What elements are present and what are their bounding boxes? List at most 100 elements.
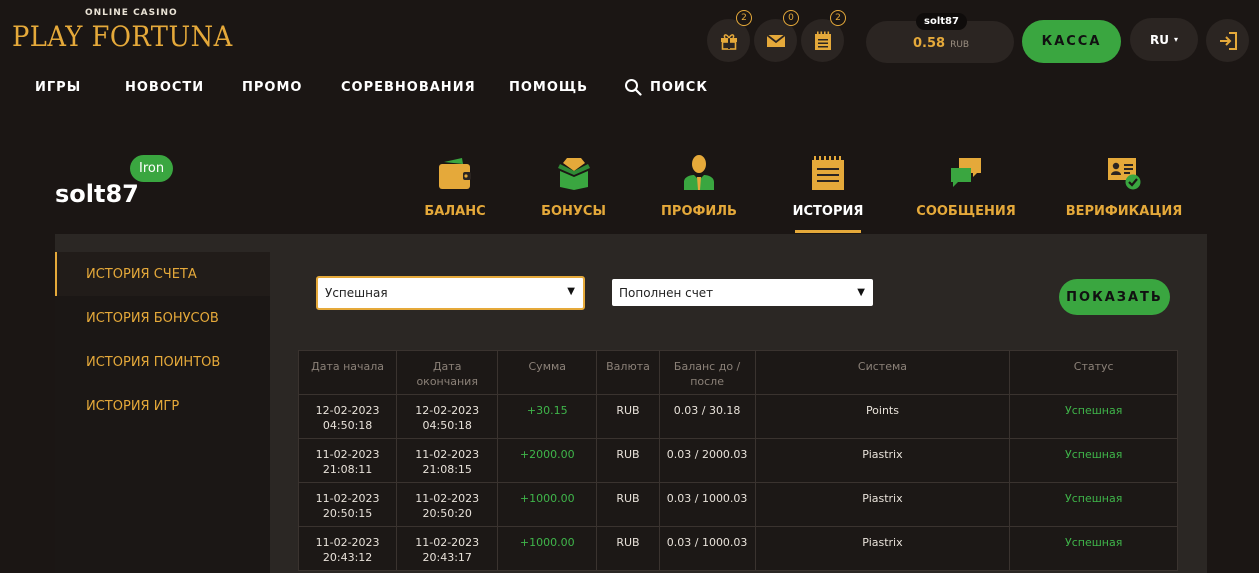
nav-search[interactable]: ПОИСК: [624, 78, 708, 96]
tasks-count-badge: 2: [830, 10, 846, 26]
col-amount: Сумма: [497, 350, 598, 395]
nav-competitions[interactable]: СОРЕВНОВАНИЯ: [341, 80, 476, 95]
cell-balance: 0.03 / 2000.03: [658, 438, 756, 483]
cell-currency: RUB: [596, 394, 660, 439]
notepad-icon: [814, 31, 831, 50]
tab-profile-label: ПРОФИЛЬ: [661, 204, 737, 219]
logout-button[interactable]: [1206, 19, 1249, 62]
level-badge: Iron: [130, 155, 174, 182]
language-selector[interactable]: RU ▾: [1130, 18, 1198, 61]
cell-amount: +30.15: [497, 394, 598, 439]
cell-status: Успешная: [1009, 526, 1178, 571]
tab-history[interactable]: ИСТОРИЯ: [793, 150, 863, 233]
cell-end: 11-02-2023 20:50:20: [396, 482, 499, 527]
chevron-down-icon: ▾: [1173, 35, 1178, 44]
cell-system: Points: [754, 394, 1011, 439]
profile-username: solt87: [55, 180, 139, 208]
caret-down-icon: ▼: [567, 286, 575, 297]
cell-system: Piastrix: [754, 438, 1011, 483]
cell-currency: RUB: [596, 526, 660, 571]
cell-end: 11-02-2023 20:43:17: [396, 526, 499, 571]
tab-balance-label: БАЛАНС: [424, 204, 486, 219]
history-sidebar: ИСТОРИЯ СЧЕТА ИСТОРИЯ БОНУСОВ ИСТОРИЯ ПО…: [55, 252, 270, 573]
nav-games[interactable]: ИГРЫ: [35, 80, 81, 95]
col-balance: Баланс до / после: [658, 350, 756, 395]
table-header-row: Дата начала Дата окончания Сумма Валюта Б…: [297, 350, 1178, 395]
tasks-button[interactable]: 2: [801, 10, 846, 62]
tab-history-label: ИСТОРИЯ: [792, 204, 864, 219]
cell-status: Успешная: [1009, 438, 1178, 483]
id-card-check-icon: [1108, 158, 1141, 190]
cell-balance: 0.03 / 1000.03: [658, 482, 756, 527]
cell-end: 11-02-2023 21:08:15: [396, 438, 499, 483]
caret-down-icon: ▼: [857, 287, 865, 298]
cell-system: Piastrix: [754, 526, 1011, 571]
cell-system: Piastrix: [754, 482, 1011, 527]
logout-icon: [1219, 31, 1237, 50]
cell-status: Успешная: [1009, 394, 1178, 439]
logo-tagline: ONLINE CASINO: [85, 8, 178, 18]
status-select[interactable]: Успешная ▼: [316, 276, 585, 310]
chat-icon: [951, 158, 981, 187]
col-system: Система: [754, 350, 1011, 395]
table-row: 11-02-2023 20:43:12 11-02-2023 20:43:17 +100…: [297, 526, 1178, 571]
col-start-date: Дата начала: [297, 350, 398, 395]
language-value: RU: [1150, 32, 1169, 47]
tab-profile[interactable]: ПРОФИЛЬ: [661, 150, 737, 219]
wallet-icon: [439, 158, 471, 189]
cell-status: Успешная: [1009, 482, 1178, 527]
tab-messages-label: СООБЩЕНИЯ: [916, 204, 1016, 219]
gifts-count-badge: 2: [736, 10, 752, 26]
table-row: 11-02-2023 20:50:15 11-02-2023 20:50:20 +100…: [297, 482, 1178, 527]
col-end-date: Дата окончания: [396, 350, 499, 395]
cell-start: 11-02-2023 21:08:11: [297, 438, 398, 483]
sidebar-item-points-history[interactable]: ИСТОРИЯ ПОИНТОВ: [86, 355, 220, 370]
table-row: 11-02-2023 21:08:11 11-02-2023 21:08:15 +200…: [297, 438, 1178, 483]
table-row: 12-02-2023 04:50:18 12-02-2023 04:50:18 +30.…: [297, 394, 1178, 439]
balance-currency: RUB: [950, 40, 970, 50]
cell-amount: +1000.00: [497, 482, 598, 527]
cell-amount: +2000.00: [497, 438, 598, 483]
history-panel: ИСТОРИЯ СЧЕТА ИСТОРИЯ БОНУСОВ ИСТОРИЯ ПО…: [55, 234, 1207, 573]
cell-start: 11-02-2023 20:43:12: [297, 526, 398, 571]
cell-currency: RUB: [596, 482, 660, 527]
search-icon: [625, 79, 642, 96]
balance-widget[interactable]: solt87 0.58 RUB: [866, 13, 1014, 63]
operation-type-value: Пополнен счет: [619, 285, 714, 300]
operation-type-select[interactable]: Пополнен счет ▼: [612, 279, 873, 306]
nav-promo[interactable]: ПРОМО: [242, 80, 302, 95]
cell-amount: +1000.00: [497, 526, 598, 571]
cell-balance: 0.03 / 1000.03: [658, 526, 756, 571]
nav-search-label: ПОИСК: [650, 79, 708, 95]
tab-verification-label: ВЕРИФИКАЦИЯ: [1065, 204, 1183, 219]
status-select-value: Успешная: [325, 286, 388, 300]
cashier-button[interactable]: КАССА: [1022, 20, 1121, 63]
messages-count-badge: 0: [783, 10, 799, 26]
col-currency: Валюта: [596, 350, 660, 395]
messages-button[interactable]: 0: [754, 10, 799, 62]
active-tab-indicator: [795, 230, 861, 233]
balance-amount: 0.58 RUB: [913, 36, 969, 51]
nav-help[interactable]: ПОМОЩЬ: [509, 80, 588, 95]
sidebar-item-games-history[interactable]: ИСТОРИЯ ИГР: [86, 399, 179, 414]
tab-messages[interactable]: СООБЩЕНИЯ: [916, 150, 1016, 219]
cell-currency: RUB: [596, 438, 660, 483]
tab-balance[interactable]: БАЛАНС: [424, 150, 486, 219]
tab-bonuses[interactable]: БОНУСЫ: [541, 150, 606, 219]
mail-icon: [765, 33, 786, 47]
balance-value: 0.58: [913, 36, 946, 51]
cell-balance: 0.03 / 30.18: [658, 394, 756, 439]
gifts-button[interactable]: 2: [707, 10, 752, 62]
gift-icon: [720, 33, 737, 50]
sidebar-item-account-history[interactable]: ИСТОРИЯ СЧЕТА: [86, 267, 197, 282]
site-logo[interactable]: ONLINE CASINO PLAY FORTUNA: [12, 6, 252, 56]
show-button[interactable]: ПОКАЗАТЬ: [1059, 279, 1170, 315]
history-table: Дата начала Дата окончания Сумма Валюта Б…: [297, 350, 1178, 571]
sidebar-item-bonus-history[interactable]: ИСТОРИЯ БОНУСОВ: [86, 311, 219, 326]
tab-verification[interactable]: ВЕРИФИКАЦИЯ: [1066, 150, 1182, 219]
nav-news[interactable]: НОВОСТИ: [125, 80, 204, 95]
user-icon: [684, 155, 714, 190]
header-username: solt87: [916, 13, 967, 30]
tab-bonuses-label: БОНУСЫ: [541, 204, 606, 219]
history-icon: [812, 156, 844, 190]
